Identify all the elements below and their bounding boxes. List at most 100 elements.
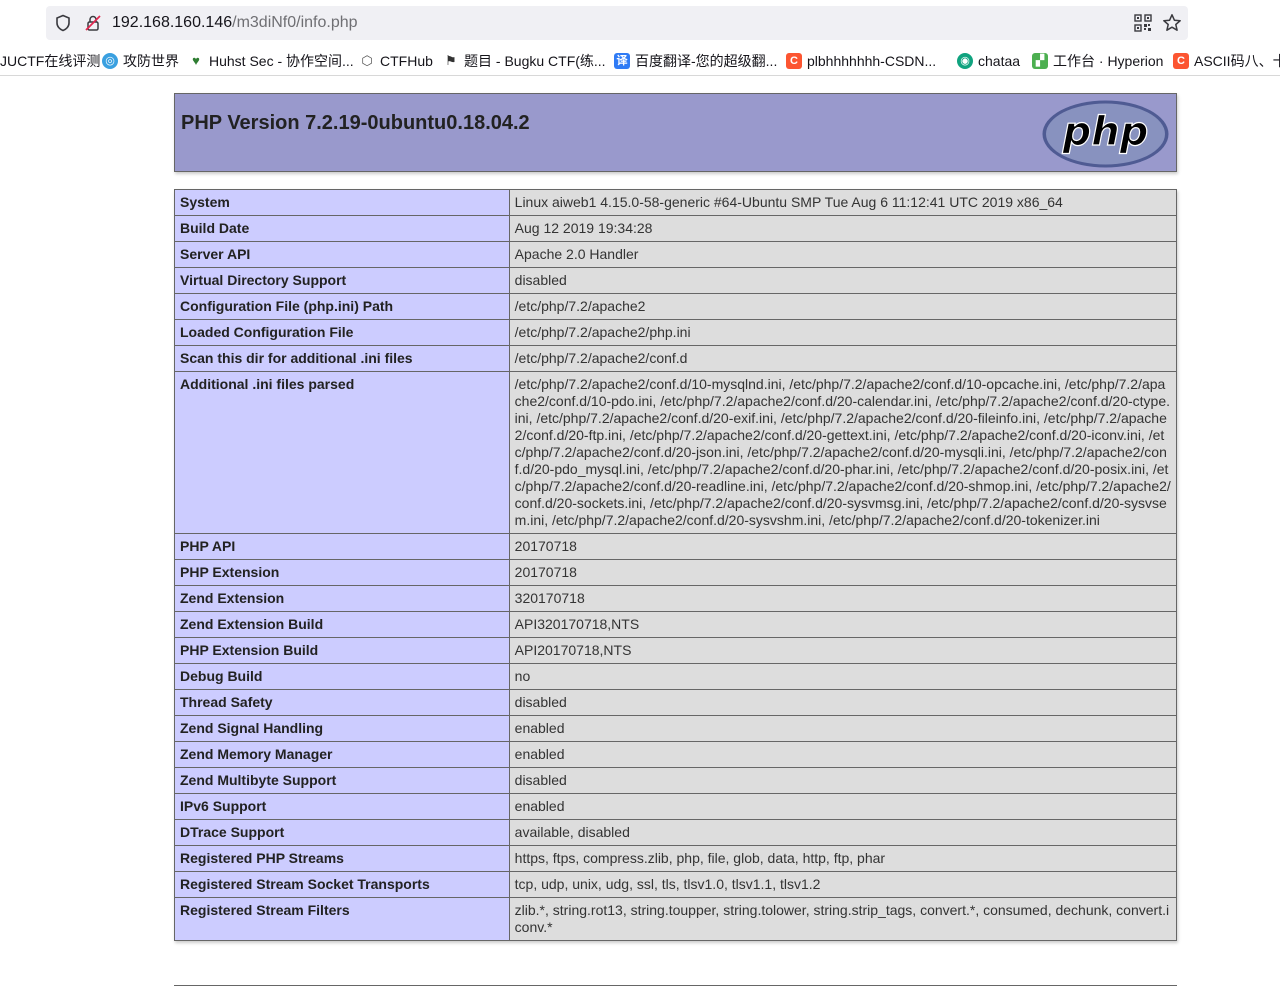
bookmark-bugku[interactable]: ⚑ 题目 - Bugku CTF(练... (443, 51, 606, 71)
csdn-icon: C (786, 53, 802, 69)
table-row: Zend Extension 320170718 (174, 585, 1178, 612)
table-row: PHP API 20170718 (174, 533, 1178, 560)
row-key: Registered PHP Streams (174, 845, 510, 872)
phpinfo-table: System Linux aiweb1 4.15.0-58-generic #64… (174, 189, 1178, 941)
bookmark-label: plbhhhhhhh-CSDN... (807, 53, 937, 69)
row-key: Build Date (174, 215, 510, 242)
row-value: enabled (508, 741, 1178, 768)
row-key: System (174, 189, 510, 216)
row-key: Zend Extension Build (174, 611, 510, 638)
bookmark-label: ASCII码八、十... (1194, 53, 1280, 69)
row-value: disabled (508, 767, 1178, 794)
table-row: Registered Stream Filters zlib.*, string.… (174, 897, 1178, 941)
row-key: Configuration File (php.ini) Path (174, 293, 510, 320)
row-value: API20170718,NTS (508, 637, 1178, 664)
bookmark-csdn[interactable]: C plbhhhhhhh-CSDN... (786, 51, 936, 71)
table-row: Zend Extension Build API320170718,NTS (174, 611, 1178, 638)
row-key: Zend Memory Manager (174, 741, 510, 768)
hyperion-icon: ▞ (1032, 53, 1048, 69)
table-row: Zend Signal Handling enabled (174, 715, 1178, 742)
page-title: PHP Version 7.2.19-0ubuntu0.18.04.2 (181, 112, 530, 134)
row-value: disabled (508, 267, 1178, 294)
row-key: Server API (174, 241, 510, 268)
table-row: Additional .ini files parsed/etc/php/7.2… (174, 371, 1178, 534)
table-row: Zend Memory Manager enabled (174, 741, 1178, 768)
row-value: /etc/php/7.2/apache2/conf.d (508, 345, 1178, 372)
row-value: enabled (508, 793, 1178, 820)
table-row: System Linux aiweb1 4.15.0-58-generic #64… (174, 189, 1178, 216)
table-row: Build Date Aug 12 2019 19:34:28 (174, 215, 1178, 242)
table-row: Thread Safety disabled (174, 689, 1178, 716)
browser-address-bar: 192.168.160.146/m3diNf0/info.php (0, 0, 1280, 46)
table-row: Scan this dir for additional .ini files /… (174, 345, 1178, 372)
row-key: Thread Safety (174, 689, 510, 716)
row-key: PHP Extension Build (174, 637, 510, 664)
row-value: available, disabled (508, 819, 1178, 846)
row-key: Zend Multibyte Support (174, 767, 510, 794)
row-value: /etc/php/7.2/apache2/conf.d/10-mysqlnd.i… (508, 371, 1178, 534)
row-value: Apache 2.0 Handler (508, 241, 1178, 268)
row-value: Linux aiweb1 4.15.0-58-generic #64-Ubunt… (508, 189, 1178, 216)
row-key: PHP Extension (174, 559, 510, 586)
bookmark-baidu-fanyi[interactable]: 译 百度翻译-您的超级翻... (614, 51, 777, 71)
bookmark-ctfhub[interactable]: ⬡ CTFHub (359, 51, 433, 71)
row-key: IPv6 Support (174, 793, 510, 820)
bookmark-chataa[interactable]: ◉ chataa (957, 51, 1020, 71)
huhst-icon: ♥ (192, 53, 200, 68)
bookmark-ascii[interactable]: C ASCII码八、十... (1173, 51, 1280, 71)
row-value: tcp, udp, unix, udg, ssl, tls, tlsv1.0, … (508, 871, 1178, 898)
flag-icon: ⚑ (445, 53, 457, 68)
chat-icon: ◉ (957, 53, 973, 69)
row-value: 20170718 (508, 559, 1178, 586)
row-key: PHP API (174, 533, 510, 560)
row-key: DTrace Support (174, 819, 510, 846)
url-host: 192.168.160.146 (112, 14, 233, 31)
php-logo[interactable]: php (1041, 99, 1170, 169)
insecure-lock-icon[interactable] (84, 14, 102, 32)
shield-icon[interactable] (54, 14, 72, 32)
bookmark-hyperion[interactable]: ▞ 工作台 · Hyperion (1032, 51, 1163, 71)
table-row: Virtual Directory Support disabled (174, 267, 1178, 294)
ctfhub-icon: ⬡ (361, 53, 373, 68)
translate-icon: 译 (614, 53, 630, 69)
row-key: Loaded Configuration File (174, 319, 510, 346)
bookmark-label: chataa (978, 53, 1021, 69)
phpinfo-page: PHP Version 7.2.19-0ubuntu0.18.04.2 php … (0, 76, 1280, 987)
row-key: Virtual Directory Support (174, 267, 510, 294)
table-row: IPv6 Support enabled (174, 793, 1178, 820)
divider (174, 985, 1177, 986)
bookmark-huhst[interactable]: ♥ Huhst Sec - 协作空间... (188, 51, 354, 71)
csdn-icon: C (1173, 53, 1189, 69)
bookmark-label: CTFHub (380, 53, 433, 69)
bookmark-label: Huhst Sec - 协作空间... (209, 53, 354, 69)
table-row: PHP Extension 20170718 (174, 559, 1178, 586)
bookmark-label: JUCTF在线评测 (0, 53, 101, 69)
table-row: Configuration File (php.ini) Path/etc/ph… (174, 293, 1178, 320)
bookmark-label: 题目 - Bugku CTF(练... (464, 53, 606, 69)
row-value: enabled (508, 715, 1178, 742)
bookmark-star-icon[interactable] (1162, 13, 1182, 33)
table-row: PHP Extension Build API20170718,NTS (174, 637, 1178, 664)
bookmark-gongfang[interactable]: ◎ 攻防世界 (102, 51, 179, 71)
row-value: 20170718 (508, 533, 1178, 560)
php-version-header: PHP Version 7.2.19-0ubuntu0.18.04.2 php (174, 93, 1177, 172)
url-field[interactable]: 192.168.160.146/m3diNf0/info.php (46, 6, 1188, 40)
row-value: zlib.*, string.rot13, string.toupper, st… (508, 897, 1178, 941)
bookmarks-bar: JUCTF在线评测 ◎ 攻防世界 ♥ Huhst Sec - 协作空间... ⬡… (0, 46, 1280, 76)
url-text[interactable]: 192.168.160.146/m3diNf0/info.php (112, 14, 358, 32)
url-path: /m3diNf0/info.php (232, 14, 358, 31)
bookmark-label: 工作台 · Hyperion (1053, 53, 1164, 69)
row-key: Zend Signal Handling (174, 715, 510, 742)
row-value: /etc/php/7.2/apache2/php.ini (508, 319, 1178, 346)
row-key: Additional .ini files parsed (174, 371, 510, 534)
php-logo-text: php (1062, 109, 1149, 155)
row-value: no (508, 663, 1178, 690)
bookmark-juctf[interactable]: JUCTF在线评测 (0, 51, 100, 71)
table-row: Server API Apache 2.0 Handler (174, 241, 1178, 268)
qr-code-icon[interactable] (1134, 14, 1152, 32)
row-key: Registered Stream Socket Transports (174, 871, 510, 898)
table-row: Loaded Configuration File/etc/php/7.2/ap… (174, 319, 1178, 346)
row-value: Aug 12 2019 19:34:28 (508, 215, 1178, 242)
row-key: Zend Extension (174, 585, 510, 612)
bookmark-label: 攻防世界 (123, 53, 179, 69)
